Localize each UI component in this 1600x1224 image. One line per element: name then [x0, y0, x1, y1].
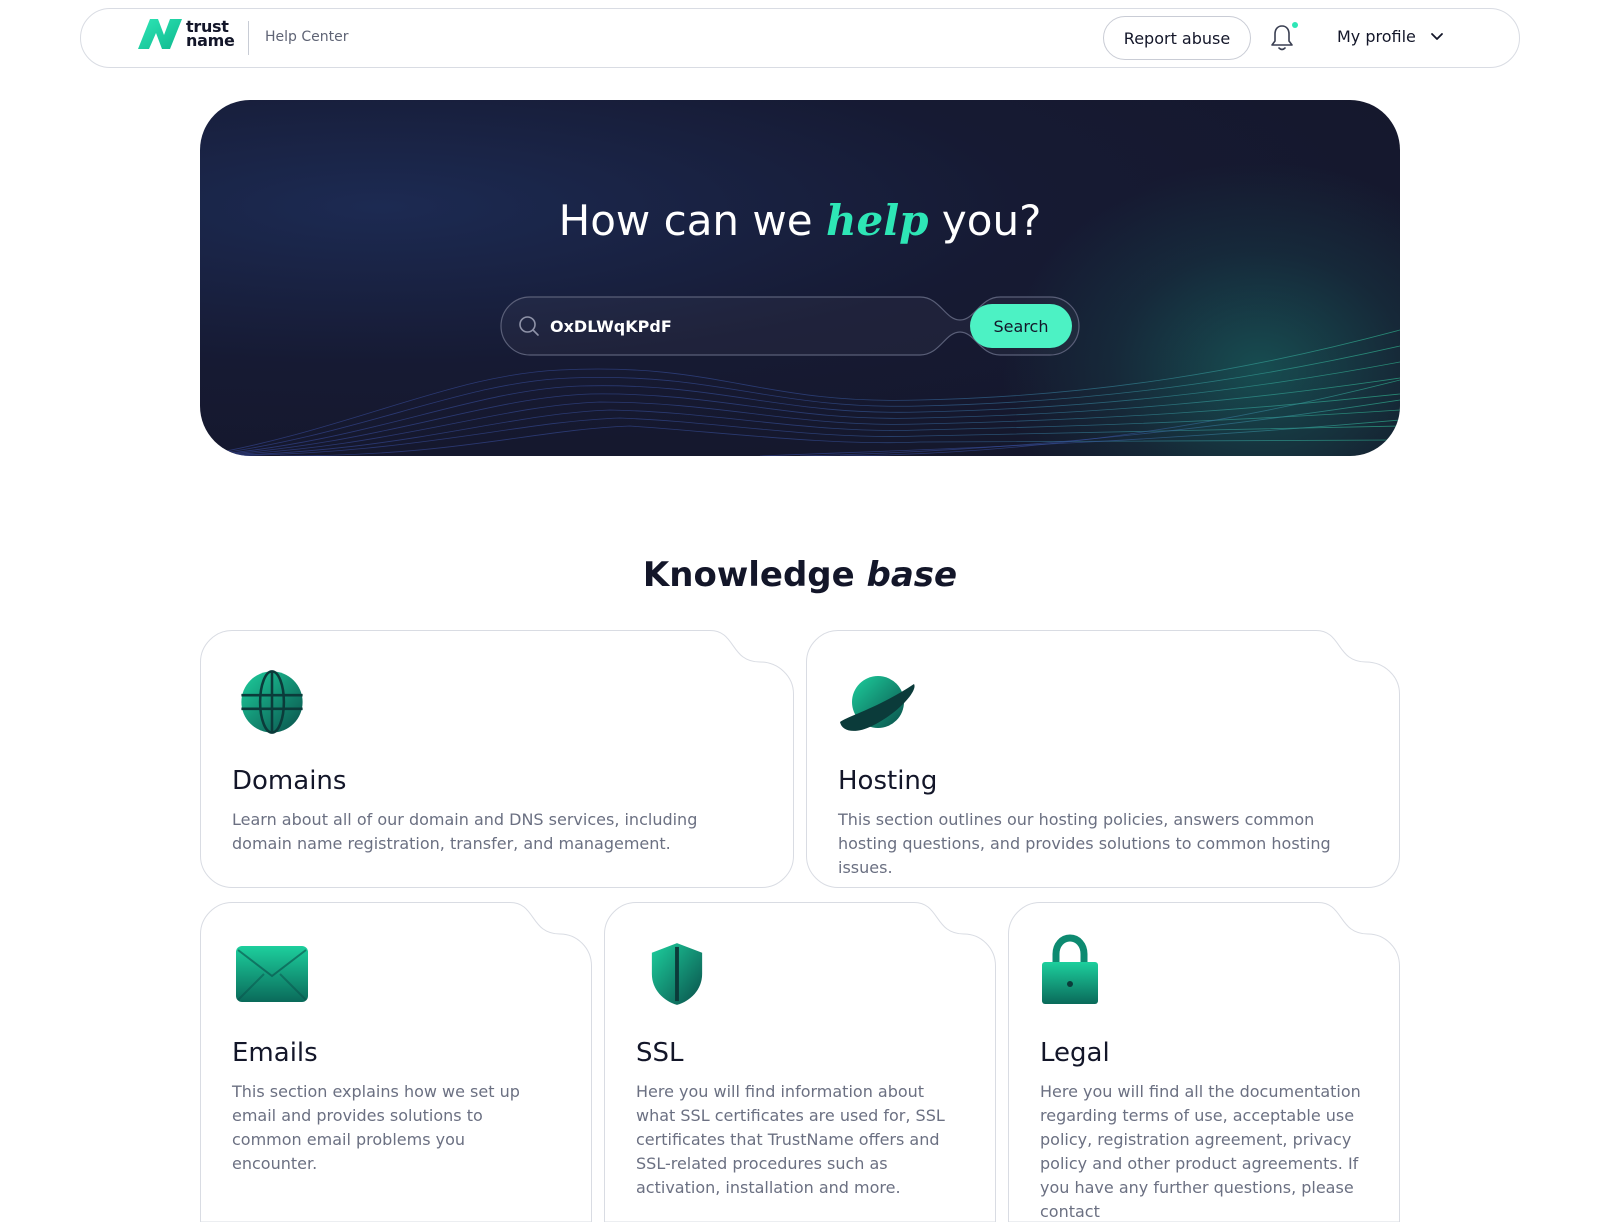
hero-title: How can we help you? [200, 196, 1400, 245]
card-title: Emails [232, 1038, 318, 1068]
hero-title-end: you? [928, 196, 1042, 245]
kb-card-legal[interactable]: Legal Here you will find all the documen… [1008, 902, 1400, 1222]
kb-card-emails[interactable]: Emails This section explains how we set … [200, 902, 592, 1222]
hero-wave-pattern [200, 329, 1400, 456]
chevron-down-icon [1431, 32, 1443, 40]
kb-card-hosting[interactable]: Hosting This section outlines our hostin… [806, 630, 1400, 888]
planet-icon [840, 676, 915, 731]
trustname-logo-icon [138, 19, 182, 49]
logo-word-name: name [186, 31, 235, 50]
search-icon [519, 316, 539, 336]
kb-title-emphasis: base [866, 555, 958, 595]
card-description: This section outlines our hosting polici… [838, 810, 1331, 877]
card-title: Legal [1040, 1038, 1110, 1068]
padlock-icon [1042, 934, 1098, 1004]
search-bar: Search [500, 296, 1080, 356]
shield-icon [651, 943, 703, 1005]
search-input[interactable] [550, 310, 900, 342]
card-description: Here you will find information about wha… [636, 1082, 945, 1197]
card-description: This section explains how we set up emai… [232, 1082, 520, 1173]
profile-menu[interactable]: My profile [1337, 27, 1444, 46]
top-navigation-bar: trust name Help Center Report abuse My p… [80, 8, 1520, 68]
search-button[interactable]: Search [970, 304, 1072, 348]
card-title: Hosting [838, 766, 938, 796]
notification-bell-icon[interactable] [1269, 23, 1295, 53]
logo-wordmark: trust name [186, 19, 235, 50]
card-title: Domains [232, 766, 347, 796]
card-title: SSL [636, 1038, 684, 1068]
envelope-icon [236, 946, 308, 1002]
trustname-logo[interactable]: trust name [136, 17, 235, 51]
globe-icon [241, 670, 303, 734]
knowledge-base-title: Knowledge base [0, 555, 1600, 595]
report-abuse-button[interactable]: Report abuse [1103, 16, 1251, 60]
kb-card-ssl[interactable]: SSL Here you will find information about… [604, 902, 996, 1222]
profile-label: My profile [1337, 27, 1416, 46]
card-description: Learn about all of our domain and DNS se… [232, 810, 698, 853]
notification-indicator [1292, 22, 1298, 28]
hero-banner: How can we help you? Search [200, 100, 1400, 456]
hero-title-start: How can we [558, 196, 826, 245]
kb-card-domains[interactable]: Domains Learn about all of our domain an… [200, 630, 794, 888]
logo-divider [248, 21, 249, 55]
hero-title-emphasis: help [825, 196, 929, 245]
kb-title-start: Knowledge [642, 555, 867, 595]
card-description: Here you will find all the documentation… [1040, 1082, 1361, 1221]
section-label[interactable]: Help Center [265, 29, 349, 45]
